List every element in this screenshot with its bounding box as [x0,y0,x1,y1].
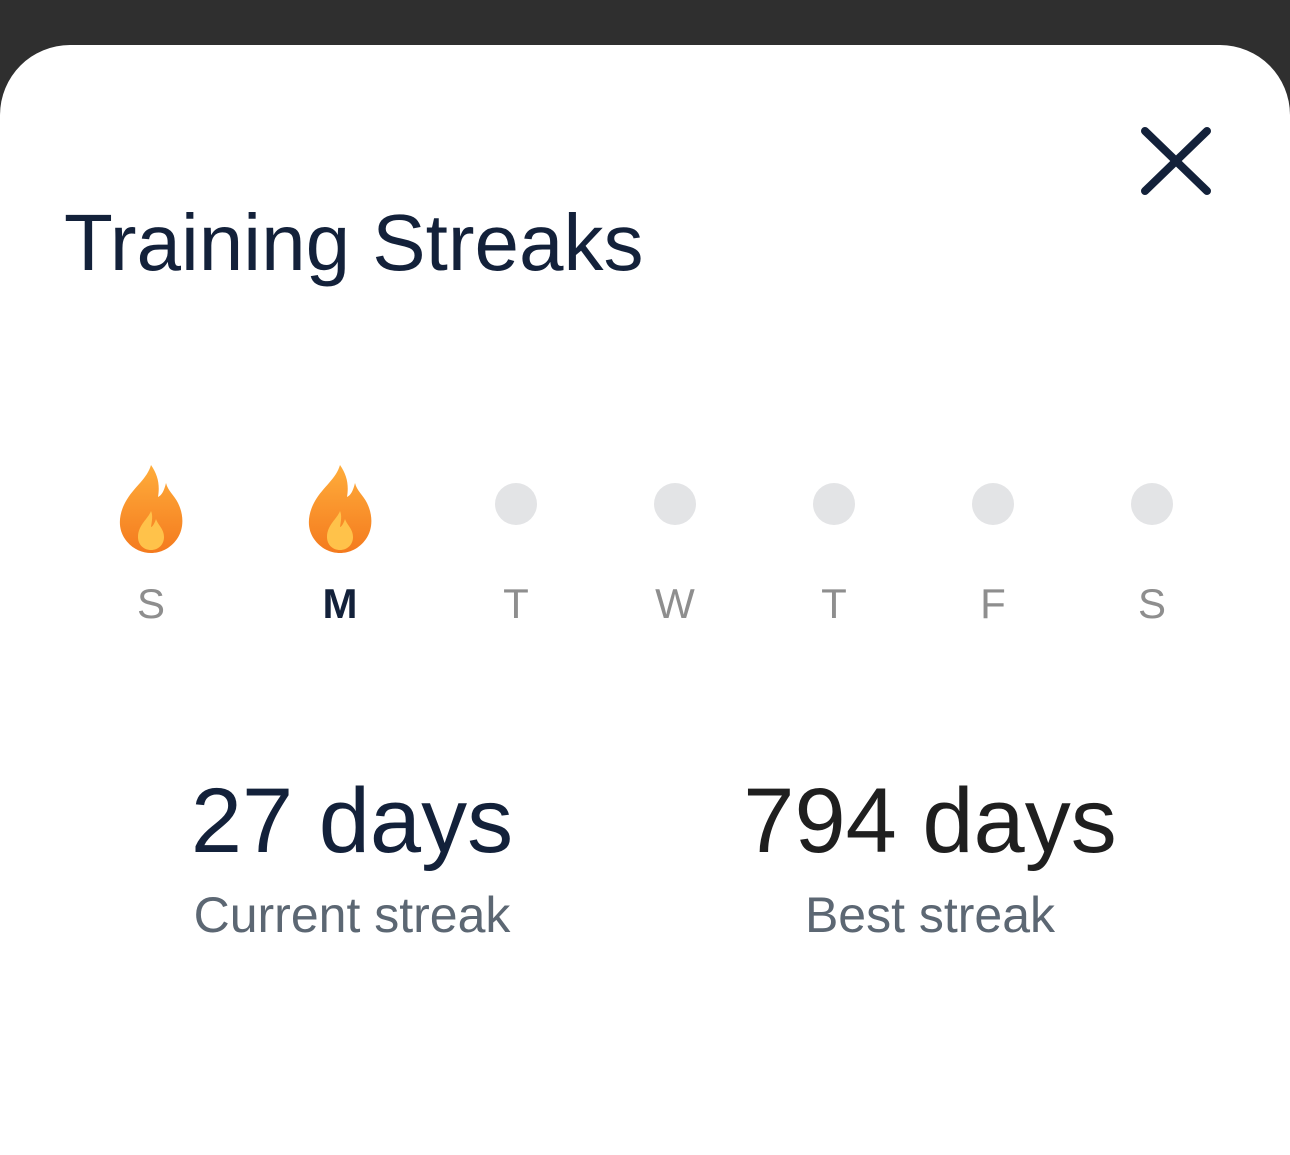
empty-day-dot [495,483,537,525]
empty-day-dot [1131,483,1173,525]
flame-icon [308,465,372,553]
day-label: S [136,580,165,627]
day-marker [764,415,904,555]
day-label: T [503,580,529,627]
day-marker [270,415,410,555]
day-label: F [980,580,1006,627]
day-friday: F [923,415,1063,645]
empty-day-dot [972,483,1014,525]
day-tuesday: T [446,415,586,645]
modal-title: Training Streaks [64,198,644,287]
close-button[interactable] [1136,123,1216,199]
day-thursday: T [764,415,904,645]
current-streak-value: 27 days [190,770,514,872]
day-label: T [821,580,847,627]
streaks-modal: Training Streaks S M T W T F S 27 days C… [0,45,1290,1155]
best-streak-value: 794 days [743,770,1117,872]
day-marker [446,415,586,555]
day-wednesday: W [605,415,745,645]
day-marker [81,415,221,555]
day-monday: M [270,415,410,645]
day-marker [605,415,745,555]
empty-day-dot [654,483,696,525]
day-marker [1082,415,1222,555]
current-streak-stat: 27 days Current streak [72,765,632,947]
current-streak-label: Current streak [193,887,511,943]
day-saturday: S [1082,415,1222,645]
day-sunday: S [81,415,221,645]
best-streak-label: Best streak [804,887,1056,943]
day-marker [923,415,1063,555]
close-icon [1141,127,1211,195]
empty-day-dot [813,483,855,525]
best-streak-stat: 794 days Best streak [650,765,1210,947]
flame-icon [119,465,183,553]
day-label: W [655,580,695,627]
week-row: S M T W T F S [0,415,1290,645]
day-label-today: M [322,580,358,627]
day-label: S [1137,580,1166,627]
